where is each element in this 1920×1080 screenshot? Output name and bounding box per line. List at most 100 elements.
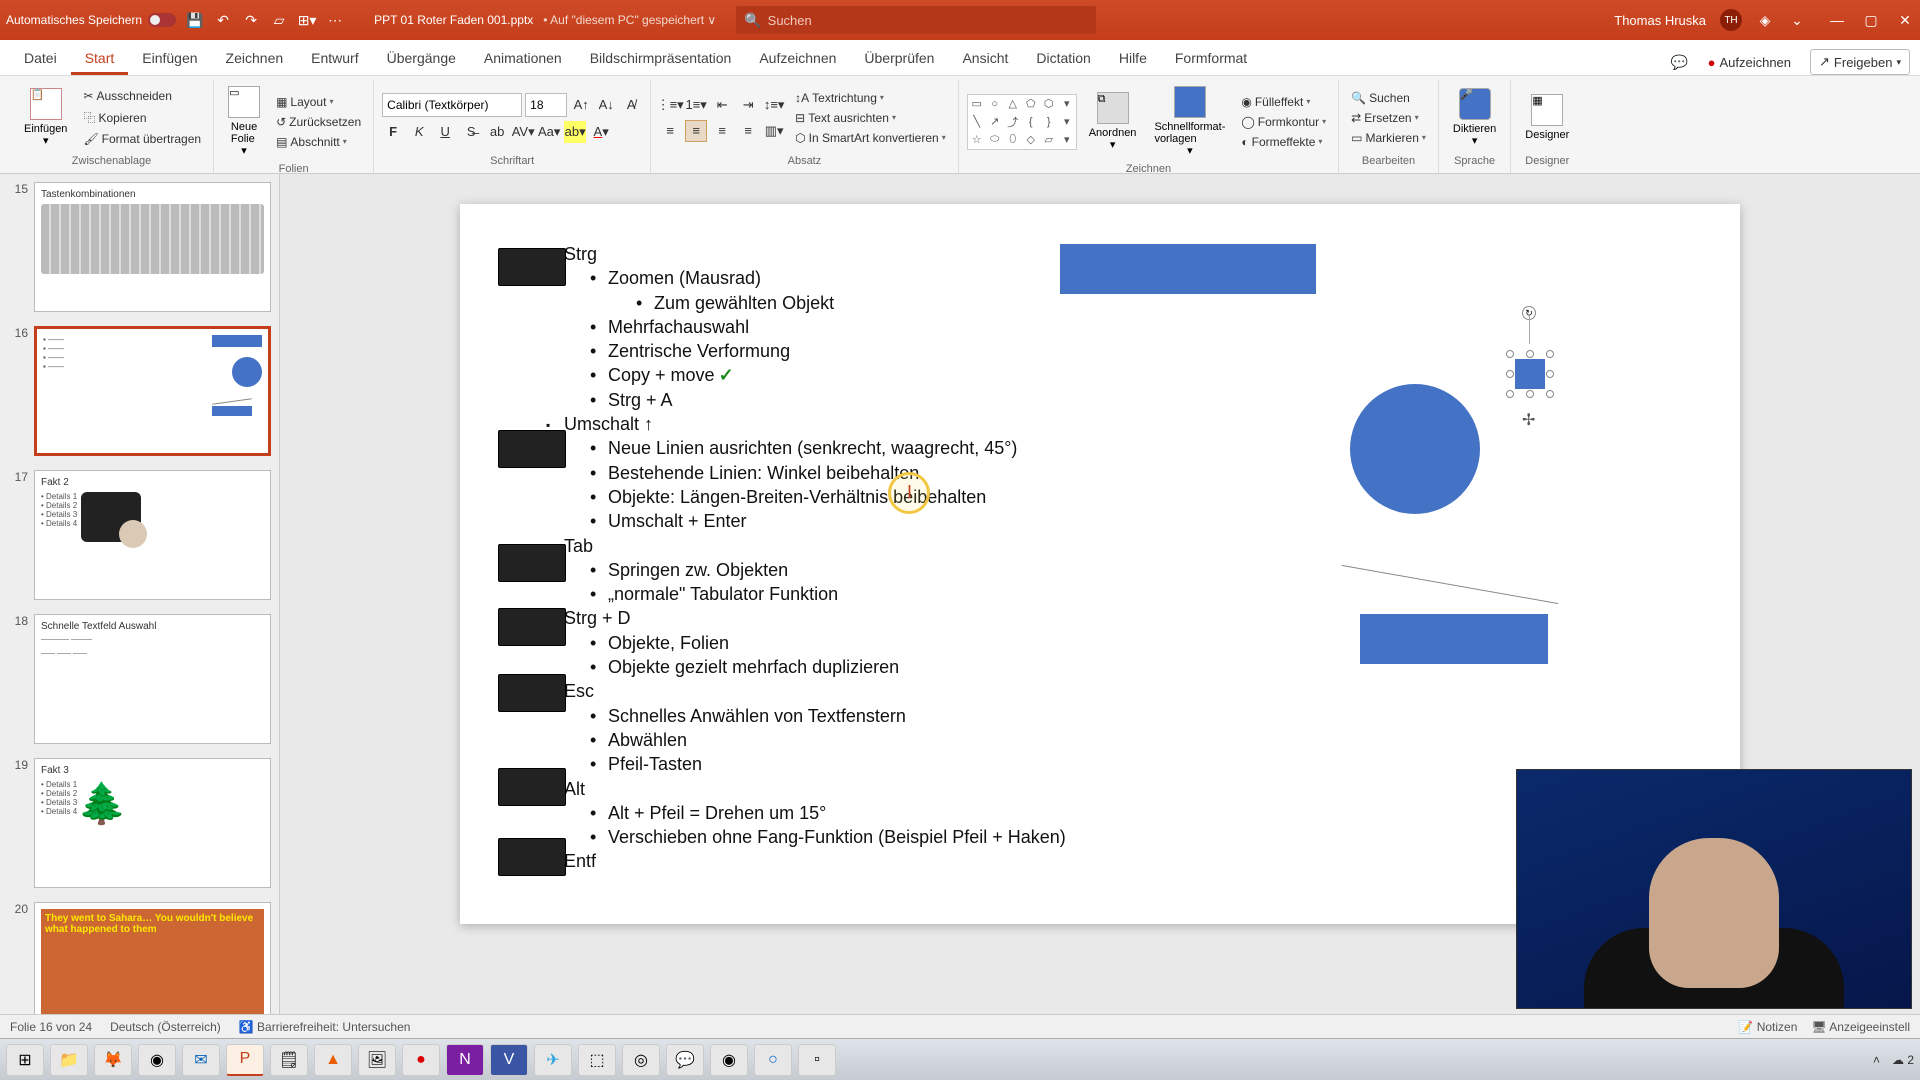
section-button[interactable]: ▤ Abschnitt▾	[272, 133, 365, 151]
align-center-icon[interactable]: ≡	[685, 120, 707, 142]
explorer-icon[interactable]: 📁	[50, 1044, 88, 1076]
app-icon-4[interactable]: ⬚	[578, 1044, 616, 1076]
bullets-icon[interactable]: ⋮≡▾	[659, 94, 681, 116]
slide-thumb-16[interactable]: ▪ ——▪ ——▪ ——▪ ——	[34, 326, 271, 456]
save-icon[interactable]: 💾	[186, 11, 204, 29]
app-icon-5[interactable]: 💬	[666, 1044, 704, 1076]
replace-button[interactable]: ⇄ Ersetzen▾	[1347, 109, 1430, 127]
char-spacing-icon[interactable]: AV▾	[512, 121, 534, 143]
tray-chevron-icon[interactable]: ˄	[1873, 1053, 1880, 1067]
bold-icon[interactable]: F	[382, 121, 404, 143]
notes-button[interactable]: 📝 Notizen	[1738, 1020, 1797, 1034]
tab-entwurf[interactable]: Entwurf	[297, 44, 372, 75]
font-size-combo[interactable]	[525, 93, 567, 117]
format-painter-button[interactable]: 🖌 Format übertragen	[79, 130, 205, 148]
slide-canvas-area[interactable]: ↻ ✢ StrgZoomen (Mausrad)Zum gewählten Ob…	[280, 174, 1920, 1014]
tab-zeichnen[interactable]: Zeichnen	[212, 44, 298, 75]
new-slide-button[interactable]: ▭Neue Folie▾	[222, 82, 266, 161]
undo-icon[interactable]: ↶	[214, 11, 232, 29]
paste-button[interactable]: 📋Einfügen▾	[18, 84, 73, 151]
search-input[interactable]	[768, 13, 1089, 28]
shadow-icon[interactable]: ab	[486, 121, 508, 143]
app-icon-8[interactable]: ▫	[798, 1044, 836, 1076]
record-button[interactable]: ●Aufzeichnen	[1699, 50, 1800, 75]
text-direction-button[interactable]: ↕A Textrichtung▾	[791, 89, 950, 107]
qat-overflow-icon[interactable]: ⋯	[326, 11, 344, 29]
tab-dictation[interactable]: Dictation	[1022, 44, 1104, 75]
user-name[interactable]: Thomas Hruska	[1614, 13, 1706, 28]
redo-icon[interactable]: ↷	[242, 11, 260, 29]
numbering-icon[interactable]: 1≡▾	[685, 94, 707, 116]
saved-location[interactable]: • Auf "diesem PC" gespeichert ∨	[543, 13, 716, 27]
close-icon[interactable]: ✕	[1896, 11, 1914, 29]
columns-icon[interactable]: ▥▾	[763, 120, 785, 142]
app-icon-6[interactable]: ◉	[710, 1044, 748, 1076]
tab-bildschirmpräsentation[interactable]: Bildschirmpräsentation	[576, 44, 746, 75]
italic-icon[interactable]: K	[408, 121, 430, 143]
display-settings-button[interactable]: 🖥 Anzeigeeinstell	[1811, 1020, 1910, 1034]
firefox-icon[interactable]: 🦊	[94, 1044, 132, 1076]
chrome-icon[interactable]: ◉	[138, 1044, 176, 1076]
copy-button[interactable]: ⿻ Kopieren	[79, 107, 205, 128]
visio-icon[interactable]: V	[490, 1044, 528, 1076]
coming-soon-icon[interactable]: ◈	[1756, 11, 1774, 29]
tab-formformat[interactable]: Formformat	[1161, 44, 1261, 75]
layout-button[interactable]: ▦ Layout▾	[272, 93, 365, 111]
slide-thumbnails-panel[interactable]: 15Tastenkombinationen16▪ ——▪ ——▪ ——▪ ——1…	[0, 174, 280, 1014]
app-icon-3[interactable]: ●	[402, 1044, 440, 1076]
weather-temp[interactable]: ☁ 2	[1892, 1053, 1914, 1067]
accessibility-status[interactable]: ♿ Barrierefreiheit: Untersuchen	[239, 1020, 411, 1034]
user-avatar[interactable]: TH	[1720, 9, 1742, 31]
align-left-icon[interactable]: ≡	[659, 120, 681, 142]
touchmode-icon[interactable]: ⊞▾	[298, 11, 316, 29]
arrange-button[interactable]: ⧉Anordnen▾	[1083, 88, 1143, 155]
outlook-icon[interactable]: ✉	[182, 1044, 220, 1076]
increase-font-icon[interactable]: A↑	[570, 94, 592, 116]
app-icon-1[interactable]: 🗒	[270, 1044, 308, 1076]
start-button[interactable]: ⊞	[6, 1044, 44, 1076]
indent-dec-icon[interactable]: ⇤	[711, 94, 733, 116]
shape-effects-button[interactable]: ◐ Formeffekte▾	[1237, 133, 1330, 151]
shape-outline-button[interactable]: ◯ Formkontur▾	[1237, 113, 1330, 131]
telegram-icon[interactable]: ✈	[534, 1044, 572, 1076]
align-right-icon[interactable]: ≡	[711, 120, 733, 142]
case-icon[interactable]: Aa▾	[538, 121, 560, 143]
comments-icon[interactable]: 💬	[1671, 53, 1689, 71]
onenote-icon[interactable]: N	[446, 1044, 484, 1076]
tab-hilfe[interactable]: Hilfe	[1105, 44, 1161, 75]
shape-fill-button[interactable]: ◉ Fülleffekt▾	[1237, 93, 1330, 111]
strike-icon[interactable]: S̶	[460, 121, 482, 143]
app-icon-2[interactable]: 🖼	[358, 1044, 396, 1076]
cut-button[interactable]: ✂ Ausschneiden	[79, 87, 205, 105]
slide-thumb-17[interactable]: Fakt 2• Details 1• Details 2• Details 3•…	[34, 470, 271, 600]
line-spacing-icon[interactable]: ↕≡▾	[763, 94, 785, 116]
tab-überprüfen[interactable]: Überprüfen	[850, 44, 948, 75]
tab-ansicht[interactable]: Ansicht	[948, 44, 1022, 75]
maximize-icon[interactable]: ▢	[1862, 11, 1880, 29]
slide-thumb-18[interactable]: Schnelle Textfeld Auswahl———— ————— —— —…	[34, 614, 271, 744]
tab-start[interactable]: Start	[71, 44, 129, 75]
autosave-toggle[interactable]: Automatisches Speichern	[6, 13, 176, 27]
from-start-icon[interactable]: ▱	[270, 11, 288, 29]
find-button[interactable]: 🔍 Suchen	[1347, 89, 1430, 107]
app-icon-7[interactable]: ○	[754, 1044, 792, 1076]
slide-counter[interactable]: Folie 16 von 24	[10, 1020, 92, 1034]
slide-thumb-19[interactable]: Fakt 3• Details 1• Details 2• Details 3•…	[34, 758, 271, 888]
dictate-button[interactable]: 🎤Diktieren▾	[1447, 84, 1502, 151]
powerpoint-icon[interactable]: P	[226, 1044, 264, 1076]
minimize-icon[interactable]: —	[1828, 11, 1846, 29]
decrease-font-icon[interactable]: A↓	[595, 94, 617, 116]
search-box[interactable]: 🔍	[736, 6, 1096, 34]
font-name-combo[interactable]	[382, 93, 522, 117]
indent-inc-icon[interactable]: ⇥	[737, 94, 759, 116]
reset-button[interactable]: ↺ Zurücksetzen	[272, 113, 365, 131]
clear-format-icon[interactable]: A̸	[620, 94, 642, 116]
tab-einfügen[interactable]: Einfügen	[128, 44, 211, 75]
slide-thumb-15[interactable]: Tastenkombinationen	[34, 182, 271, 312]
designer-button[interactable]: ▦Designer	[1519, 90, 1575, 145]
obs-icon[interactable]: ◎	[622, 1044, 660, 1076]
justify-icon[interactable]: ≡	[737, 120, 759, 142]
select-button[interactable]: ▭ Markieren▾	[1347, 129, 1430, 147]
language-status[interactable]: Deutsch (Österreich)	[110, 1020, 221, 1034]
vlc-icon[interactable]: ▲	[314, 1044, 352, 1076]
